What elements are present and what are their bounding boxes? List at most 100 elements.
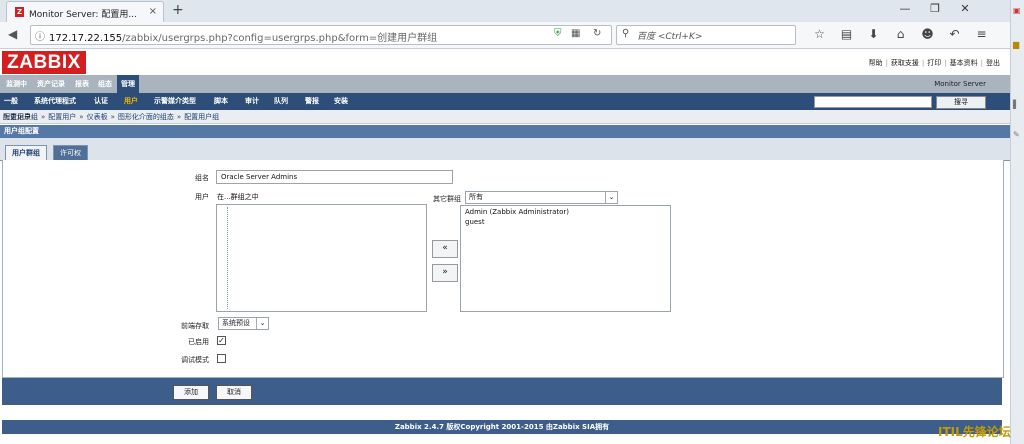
submenu-users[interactable]: 用户 <box>124 93 138 110</box>
info-icon: ⓘ <box>35 32 45 43</box>
undo-icon[interactable]: ↶ <box>941 27 968 41</box>
in-group-listbox[interactable] <box>216 204 427 312</box>
new-tab-button[interactable]: + <box>172 2 184 18</box>
frontend-access-value: 系统预设 <box>222 319 250 327</box>
qr-code-icon[interactable]: ▦ <box>571 28 580 39</box>
chevron-down-icon: ⌄ <box>605 192 617 203</box>
copyright-bar: Zabbix 2.4.7 版权Copyright 2001-2015 由Zabb… <box>2 420 1002 434</box>
minimize-icon[interactable]: — <box>890 2 920 15</box>
menu-reports[interactable]: 报表 <box>71 75 93 93</box>
menu-configuration[interactable]: 组态 <box>94 75 116 93</box>
download-icon[interactable]: ⬇ <box>860 27 887 41</box>
breadcrumb-item[interactable]: 配置用户组 <box>184 113 219 121</box>
browser-tab[interactable]: Z Monitor Server: 配置用... × <box>6 1 164 23</box>
zabbix-favicon-icon: Z <box>15 7 24 17</box>
back-icon[interactable]: ◀ <box>8 27 17 41</box>
restore-icon[interactable]: ❐ <box>920 2 950 15</box>
print-link[interactable]: 打印 <box>927 59 941 67</box>
form-tabs: 用户群组 许可权 <box>0 138 1010 161</box>
breadcrumb-item[interactable]: 仪表板 <box>87 113 108 121</box>
breadcrumb: 历史记录: 配置用户组» 配置用户» 仪表板» 图形化介面的组态» 配置用户组 <box>0 110 1010 124</box>
toolbar-icons: ☆ ▤ ⬇ ⌂ ☻ ↶ ≡ <box>806 27 995 41</box>
move-left-button[interactable]: « <box>432 240 458 258</box>
other-groups-label: 其它群组 <box>433 195 461 203</box>
url-text: 172.17.22.155/zabbix/usergrps.php?config… <box>49 33 438 44</box>
other-users-listbox[interactable]: Admin (Zabbix Administrator) guest <box>460 205 671 312</box>
pdf-icon[interactable]: ▣ <box>1013 6 1023 18</box>
help-link[interactable]: 帮助 <box>869 59 883 67</box>
header-links: 帮助 | 获取支援 | 打印 | 基本资料 | 登出 <box>868 59 1000 67</box>
debug-mode-label: 调试模式 <box>181 356 209 364</box>
clip-icon[interactable]: ✎ <box>1013 130 1023 142</box>
reading-list-icon[interactable]: ▤ <box>833 27 860 41</box>
in-group-label: 在...群组之中 <box>217 193 259 201</box>
zabbix-logo[interactable]: ZABBIX <box>2 51 86 74</box>
menu-inventory[interactable]: 资产记录 <box>33 75 69 93</box>
search-icon: ⚲ <box>622 28 630 39</box>
listbox-focus-line <box>227 207 228 309</box>
tab-title: Monitor Server: 配置用... <box>29 10 137 20</box>
enabled-label: 已启用 <box>188 338 209 346</box>
other-groups-select[interactable]: 所有 ⌄ <box>465 191 618 204</box>
menu-administration[interactable]: 管理 <box>117 75 139 93</box>
submenu-proxies[interactable]: 系统代理程式 <box>34 93 76 110</box>
server-name: Monitor Server <box>934 80 986 88</box>
form-footer: 添加 取消 <box>2 378 1002 405</box>
submenu-notifications[interactable]: 警报 <box>305 93 319 110</box>
move-right-button[interactable]: » <box>432 264 458 282</box>
bookmark-icon[interactable]: ▌ <box>1013 100 1023 112</box>
enabled-checkbox[interactable]: ✓ <box>217 336 226 345</box>
browser-navigation-bar: ◀ ⓘ 172.17.22.155/zabbix/usergrps.php?co… <box>0 22 1010 49</box>
other-groups-value: 所有 <box>469 193 483 201</box>
submenu-media-types[interactable]: 示警媒介类型 <box>154 93 196 110</box>
watermark: ITIL先锋论坛 <box>938 425 1011 439</box>
profile-link[interactable]: 基本资料 <box>950 59 978 67</box>
shield-icon[interactable]: ⛨ <box>554 28 562 39</box>
logout-link[interactable]: 登出 <box>986 59 1000 67</box>
group-name-value: Oracle Server Admins <box>221 173 298 181</box>
search-button[interactable]: 搜寻 <box>936 96 986 109</box>
list-item[interactable]: guest <box>465 218 485 226</box>
main-menu: 监测中 资产记录 报表 组态 管理 Monitor Server <box>0 75 1010 93</box>
breadcrumb-item[interactable]: 图形化介面的组态 <box>118 113 174 121</box>
window-close-icon[interactable]: ✕ <box>950 2 980 15</box>
search-input[interactable] <box>814 96 932 108</box>
menu-monitoring[interactable]: 监测中 <box>2 75 31 93</box>
folder-icon[interactable]: ▆ <box>1013 40 1023 52</box>
star-icon[interactable]: ☆ <box>806 27 833 41</box>
tab-user-group[interactable]: 用户群组 <box>5 145 47 161</box>
menu-icon[interactable]: ≡ <box>968 27 995 41</box>
browser-tab-bar: Z Monitor Server: 配置用... × + — ❐ ✕ <box>0 0 1010 23</box>
address-bar[interactable]: ⓘ 172.17.22.155/zabbix/usergrps.php?conf… <box>30 25 612 45</box>
window-controls: — ❐ ✕ <box>890 2 980 15</box>
breadcrumb-item[interactable]: 配置用户 <box>48 113 76 121</box>
submenu-audit[interactable]: 审计 <box>245 93 259 110</box>
cancel-button[interactable]: 取消 <box>216 385 252 400</box>
submenu-installation[interactable]: 安装 <box>334 93 348 110</box>
page-title: 用户组配置 <box>0 125 1010 138</box>
search-box[interactable]: ⚲ 百度 <Ctrl+K> <box>616 25 796 45</box>
user-group-form: 组名 Oracle Server Admins 用户 在...群组之中 « » … <box>2 160 1004 378</box>
submenu-scripts[interactable]: 脚本 <box>214 93 228 110</box>
debug-mode-checkbox[interactable] <box>217 354 226 363</box>
smiley-icon[interactable]: ☻ <box>914 27 941 41</box>
home-icon[interactable]: ⌂ <box>887 27 914 41</box>
submenu-general[interactable]: 一般 <box>4 93 18 110</box>
tab-permissions[interactable]: 许可权 <box>53 145 88 161</box>
tab-close-icon[interactable]: × <box>149 6 157 17</box>
submenu-queue[interactable]: 队列 <box>274 93 288 110</box>
users-label: 用户 <box>195 193 209 201</box>
sub-menu: 一般 系统代理程式 认证 用户 示警媒介类型 脚本 审计 队列 警报 安装 搜寻 <box>0 93 1010 110</box>
reload-icon[interactable]: ↻ <box>593 28 601 39</box>
support-link[interactable]: 获取支援 <box>891 59 919 67</box>
list-item[interactable]: Admin (Zabbix Administrator) <box>465 208 569 216</box>
search-placeholder: 百度 <Ctrl+K> <box>637 32 703 42</box>
add-button[interactable]: 添加 <box>173 385 209 400</box>
frontend-access-label: 前端存取 <box>181 322 209 330</box>
chevron-down-icon: ⌄ <box>256 318 268 329</box>
group-name-label: 组名 <box>195 174 209 182</box>
submenu-authentication[interactable]: 认证 <box>94 93 108 110</box>
group-name-field[interactable]: Oracle Server Admins <box>216 170 453 184</box>
breadcrumb-label: 历史记录: <box>3 113 34 121</box>
frontend-access-select[interactable]: 系统预设 ⌄ <box>218 317 269 330</box>
